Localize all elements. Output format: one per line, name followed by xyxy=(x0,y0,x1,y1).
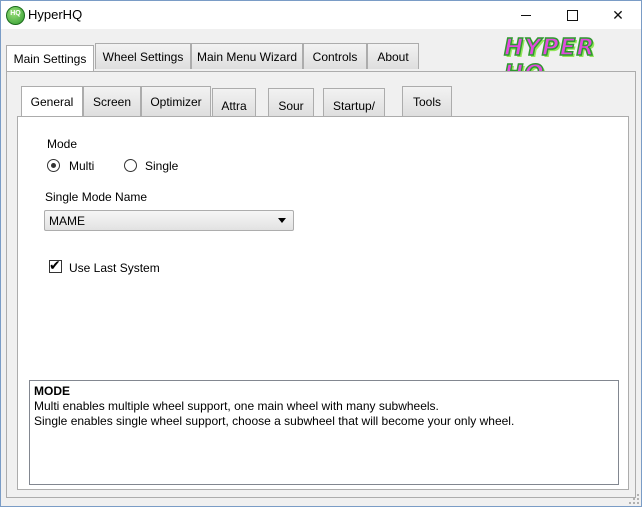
minimize-icon xyxy=(521,15,531,16)
tab-controls[interactable]: Controls xyxy=(303,43,367,69)
tab-label: Main Settings xyxy=(13,52,87,66)
tab-label: Wheel Settings xyxy=(102,49,184,64)
tab-screen[interactable]: Screen xyxy=(83,86,141,116)
mode-label: Mode xyxy=(47,137,78,151)
resize-grip-icon[interactable] xyxy=(629,494,639,504)
tab-main-menu-wizard[interactable]: Main Menu Wizard xyxy=(191,43,303,69)
tab-wheel-settings[interactable]: Wheel Settings xyxy=(95,43,191,69)
hyperhq-logo: HYPER HQ xyxy=(503,34,630,88)
tab-about[interactable]: About xyxy=(367,43,419,69)
app-window: HQ HyperHQ ✕ HYPER HQ Main Settings Whee… xyxy=(0,0,642,507)
help-text-line: Multi enables multiple wheel support, on… xyxy=(34,399,439,413)
help-description-box: MODE Multi enables multiple wheel suppor… xyxy=(29,380,619,485)
tab-optimizer[interactable]: Optimizer xyxy=(141,86,211,116)
help-title: MODE xyxy=(34,384,70,398)
app-icon-text: HQ xyxy=(10,10,21,17)
chevron-down-icon xyxy=(278,218,286,223)
use-last-system-label[interactable]: Use Last System xyxy=(69,261,160,275)
close-button[interactable]: ✕ xyxy=(595,1,641,29)
title-bar[interactable]: HQ HyperHQ ✕ xyxy=(1,1,641,29)
tab-label: Main Menu Wizard xyxy=(196,49,298,64)
mode-multi-label[interactable]: Multi xyxy=(69,159,94,173)
checkmark-icon: ✔ xyxy=(49,257,61,273)
dropdown-value: MAME xyxy=(49,214,85,228)
maximize-icon xyxy=(566,9,578,21)
tab-label: Tools xyxy=(412,94,441,109)
tab-label: Screen xyxy=(92,94,132,109)
tab-sound[interactable]: Sour xyxy=(268,88,314,116)
tab-label: Optimizer xyxy=(150,94,202,109)
tab-main-settings[interactable]: Main Settings xyxy=(6,45,94,72)
maximize-button[interactable] xyxy=(549,1,595,29)
help-text-line: Single enables single wheel support, cho… xyxy=(34,414,515,428)
tab-label: Controls xyxy=(312,49,358,64)
single-mode-name-label: Single Mode Name xyxy=(45,190,148,204)
mode-single-label[interactable]: Single xyxy=(145,159,178,173)
tab-label: Startup/ xyxy=(332,99,376,113)
mode-multi-radio[interactable] xyxy=(47,159,60,172)
tab-general[interactable]: General xyxy=(21,86,83,117)
app-icon: HQ xyxy=(6,6,25,25)
tab-label: Attra xyxy=(221,99,247,113)
mode-single-radio[interactable] xyxy=(124,159,137,172)
tab-label: About xyxy=(377,49,409,64)
tab-attract[interactable]: Attra xyxy=(212,88,256,116)
tab-label: General xyxy=(30,95,74,109)
tab-label: Sour xyxy=(278,99,304,113)
use-last-system-checkbox[interactable]: ✔ xyxy=(49,257,62,273)
single-mode-name-dropdown[interactable]: MAME xyxy=(44,210,294,231)
window-title: HyperHQ xyxy=(28,7,83,22)
tab-tools[interactable]: Tools xyxy=(402,86,452,116)
tab-startup[interactable]: Startup/ xyxy=(323,88,385,116)
minimize-button[interactable] xyxy=(503,1,549,29)
close-icon: ✕ xyxy=(612,6,624,23)
